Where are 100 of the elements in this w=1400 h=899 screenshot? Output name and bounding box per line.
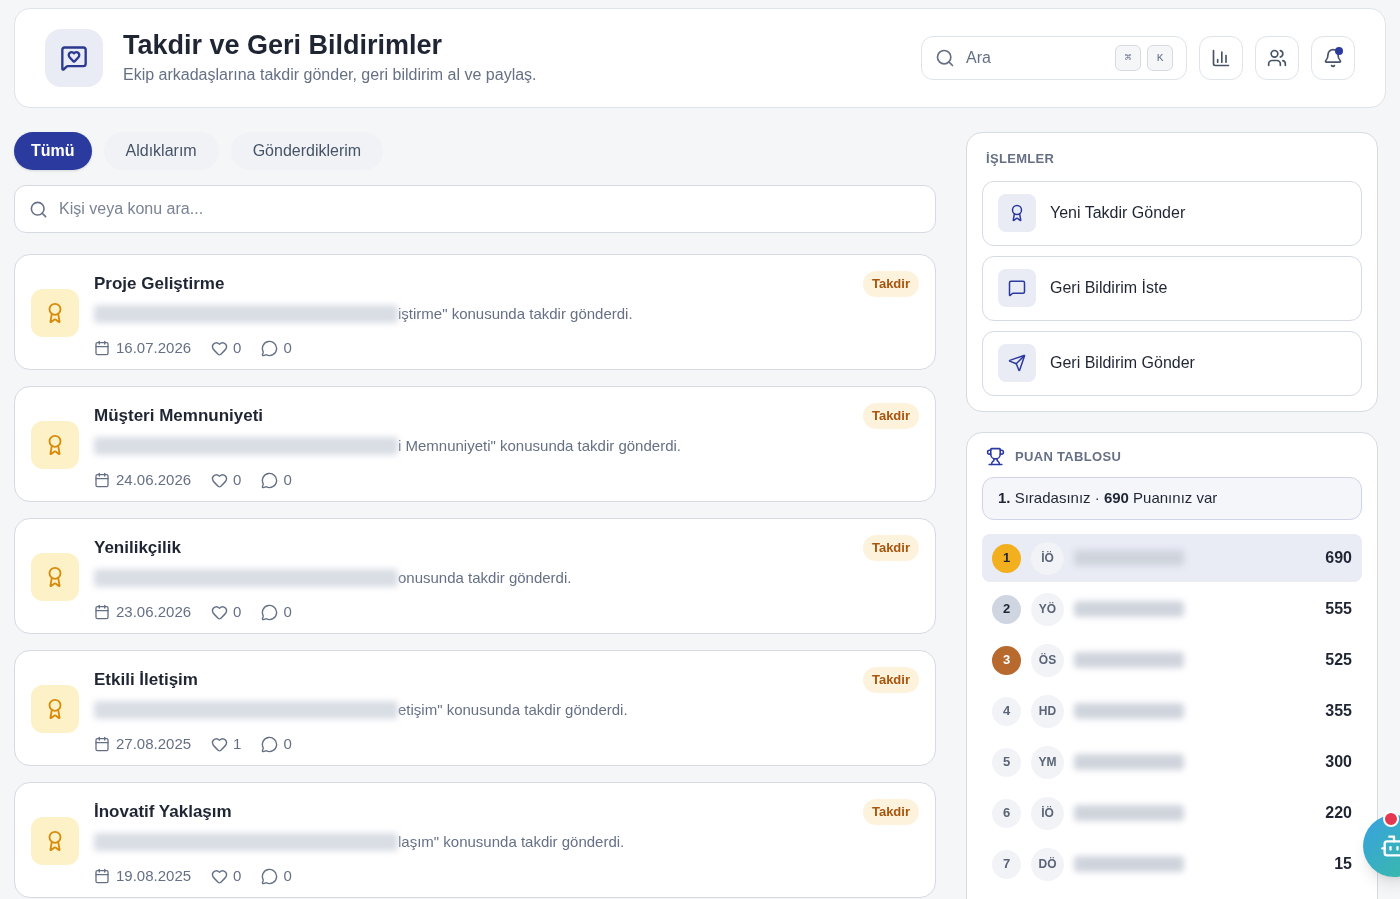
category-tag: Takdir <box>862 667 919 693</box>
score: 220 <box>1325 803 1352 823</box>
award-icon <box>31 817 79 865</box>
avatar: YM <box>1031 745 1064 779</box>
shortcut-key: K <box>1147 45 1173 71</box>
card-date: 24.06.2026 <box>116 470 192 490</box>
rank-badge: 3 <box>992 645 1021 675</box>
page-subtitle: Ekip arkadaşlarına takdir gönder, geri bildirim al ve paylaş. <box>123 64 537 85</box>
comment-icon[interactable] <box>261 471 279 489</box>
card-description: onusunda takdir gönderdi. <box>398 567 572 588</box>
card-title: Yenilikçilik <box>94 537 181 559</box>
leaderboard-row[interactable]: 7 DÖ 15 <box>982 840 1362 888</box>
comment-icon[interactable] <box>261 735 279 753</box>
filter-tab[interactable]: Aldıklarım <box>103 132 219 170</box>
card-date: 23.06.2026 <box>116 602 192 622</box>
rank-summary: 1. Sıradasınız · 690 Puanınız var <box>982 477 1362 520</box>
award-icon <box>31 289 79 337</box>
heart-icon[interactable] <box>211 471 229 489</box>
score: 300 <box>1325 752 1352 772</box>
avatar: İÖ <box>1031 796 1064 830</box>
category-tag: Takdir <box>862 799 919 825</box>
page-title: Takdir ve Geri Bildirimler <box>123 29 444 63</box>
avatar: İÖ <box>1031 541 1064 575</box>
heart-icon[interactable] <box>211 339 229 357</box>
card-title: Etkili İletişim <box>94 669 198 691</box>
heart-icon[interactable] <box>211 735 229 753</box>
avatar: YÖ <box>1031 592 1064 626</box>
topic-search-field[interactable]: Kişi veya konu ara... <box>14 185 936 233</box>
card-title: İnovatif Yaklaşım <box>94 801 232 823</box>
card-description: i Memnuniyeti" konusunda takdir gönderdi. <box>398 435 681 456</box>
action-button[interactable]: Geri Bildirim İste <box>982 255 1362 321</box>
card-title: Müşteri Memnuniyeti <box>94 405 264 427</box>
score: 525 <box>1325 650 1352 670</box>
leaderboard-row[interactable]: 5 YM 300 <box>982 738 1362 786</box>
leaderboard-row[interactable]: 1 İÖ 690 <box>982 534 1362 582</box>
leaderboard-row[interactable]: 3 ÖS 525 <box>982 636 1362 684</box>
rank-badge: 2 <box>992 594 1021 624</box>
users-icon <box>1267 48 1287 68</box>
award-icon <box>31 421 79 469</box>
calendar-icon <box>94 604 110 621</box>
comment-icon[interactable] <box>261 867 279 885</box>
panel-heading: İŞLEMLER <box>986 150 1056 168</box>
avatar: DÖ <box>1031 847 1064 881</box>
calendar-icon <box>94 340 110 357</box>
comment-count: 0 <box>283 734 292 754</box>
like-count: 0 <box>233 866 242 886</box>
comment-icon[interactable] <box>261 603 279 621</box>
bar-chart-icon <box>1211 48 1231 68</box>
category-tag: Takdir <box>862 403 919 429</box>
rank-badge: 7 <box>992 849 1021 879</box>
leaderboard-row[interactable]: 4 HD 355 <box>982 687 1362 735</box>
comment-count: 0 <box>283 338 292 358</box>
comment-count: 0 <box>283 602 292 622</box>
card-description: etişim" konusunda takdir gönderdi. <box>398 699 628 720</box>
award-icon <box>31 553 79 601</box>
like-count: 0 <box>233 338 242 358</box>
chat-heart-icon <box>45 29 103 87</box>
category-tag: Takdir <box>862 271 919 297</box>
calendar-icon <box>94 736 110 753</box>
leaderboard-row[interactable]: 6 İÖ 220 <box>982 789 1362 837</box>
comment-count: 0 <box>283 866 292 886</box>
heart-icon[interactable] <box>211 603 229 621</box>
score: 555 <box>1325 599 1352 619</box>
rank-badge: 4 <box>992 696 1021 726</box>
shortcut-key: ⌘ <box>1115 45 1141 71</box>
score: 15 <box>1334 854 1352 874</box>
avatar: ÖS <box>1031 643 1064 677</box>
award-icon <box>31 685 79 733</box>
bell-icon <box>1323 48 1343 68</box>
search-icon <box>29 199 48 219</box>
action-button[interactable]: Geri Bildirim Gönder <box>982 330 1362 396</box>
avatar: HD <box>1031 694 1064 728</box>
rank-badge: 6 <box>992 798 1021 828</box>
filter-tab[interactable]: Gönderdiklerim <box>230 132 384 170</box>
heart-icon[interactable] <box>211 867 229 885</box>
users-button[interactable] <box>1255 36 1299 80</box>
search-icon <box>935 48 955 68</box>
card-title: Proje Geliştirme <box>94 273 225 295</box>
stats-button[interactable] <box>1199 36 1243 80</box>
score: 355 <box>1325 701 1352 721</box>
score: 690 <box>1325 548 1352 568</box>
card-date: 19.08.2025 <box>116 866 192 886</box>
calendar-icon <box>94 868 110 885</box>
leaderboard-row[interactable]: 2 YÖ 555 <box>982 585 1362 633</box>
comment-icon[interactable] <box>261 339 279 357</box>
trophy-icon <box>986 446 1005 466</box>
card-date: 27.08.2025 <box>116 734 192 754</box>
like-count: 1 <box>233 734 242 754</box>
rank-badge: 5 <box>992 747 1021 777</box>
rank-badge: 1 <box>992 543 1021 573</box>
comment-count: 0 <box>283 470 292 490</box>
action-button[interactable]: Yeni Takdir Gönder <box>982 180 1362 246</box>
card-description: laşım" konusunda takdir gönderdi. <box>398 831 625 852</box>
card-description: iştirme" konusunda takdir gönderdi. <box>398 303 633 324</box>
like-count: 0 <box>233 470 242 490</box>
card-date: 16.07.2026 <box>116 338 192 358</box>
panel-heading: PUAN TABLOSU <box>1015 447 1122 466</box>
notifications-button[interactable] <box>1311 36 1355 80</box>
send-icon <box>998 344 1036 382</box>
filter-tab[interactable]: Tümü <box>14 132 92 170</box>
